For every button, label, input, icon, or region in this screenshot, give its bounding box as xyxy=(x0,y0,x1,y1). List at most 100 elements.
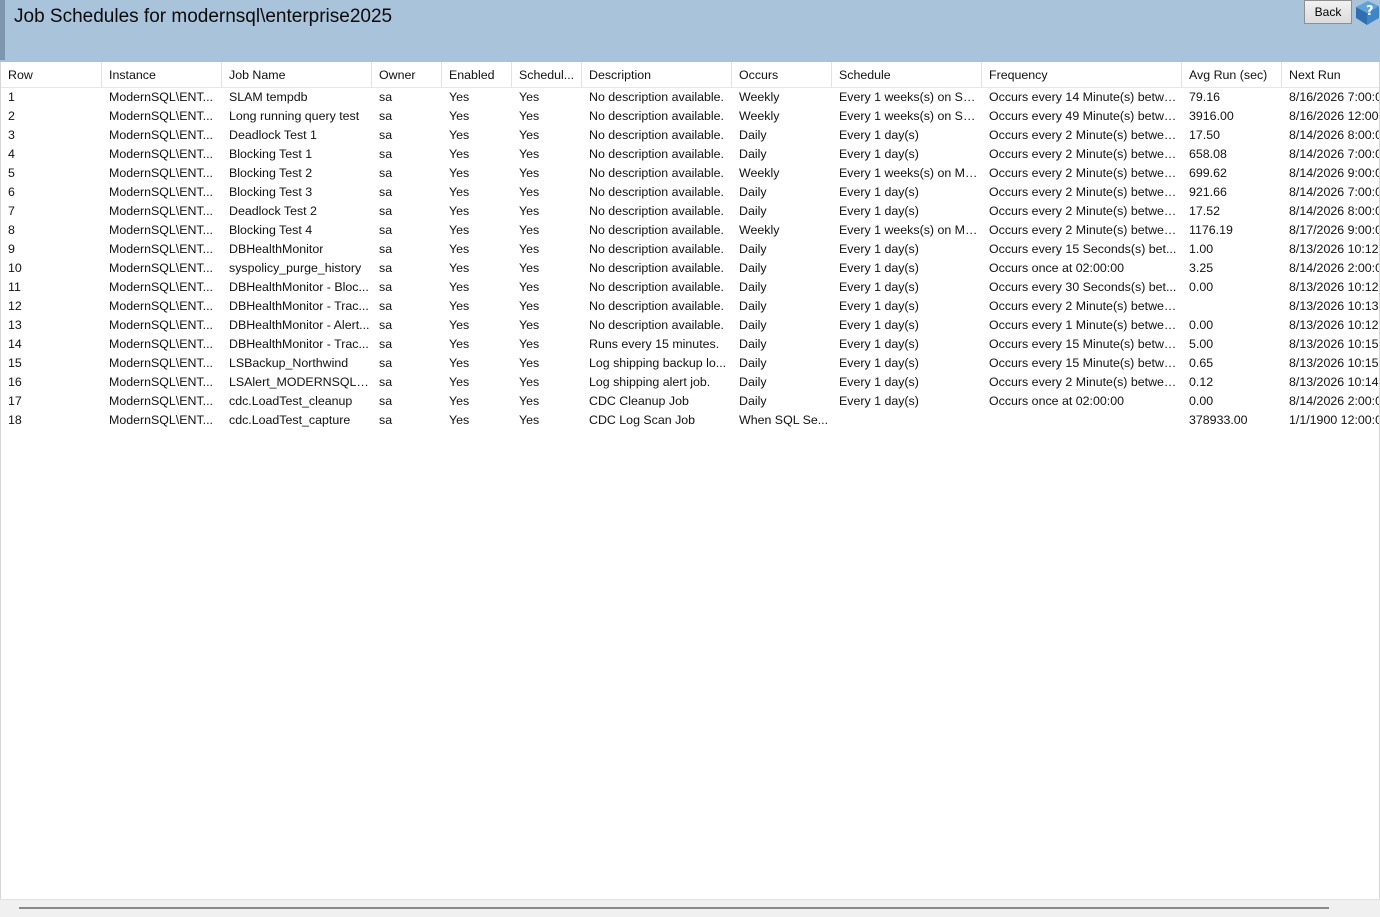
cell-frequency: Occurs every 2 Minute(s) betwee... xyxy=(989,375,1182,389)
cell-schedule: Every 1 day(s) xyxy=(839,337,919,351)
cell-frequency: Occurs every 2 Minute(s) betwee... xyxy=(989,166,1182,180)
cell-description: No description available. xyxy=(589,147,724,161)
cell-schedule: Every 1 day(s) xyxy=(839,299,919,313)
table-row[interactable]: 9 ModernSQL\ENT... DBHealthMonitor sa Yes Yes… xyxy=(1,240,1379,259)
cell-enabled: Yes xyxy=(449,109,470,123)
cell-frequency: Occurs every 15 Minute(s) betwe... xyxy=(989,356,1182,370)
cell-schedule: Every 1 day(s) xyxy=(839,318,919,332)
column-header-owner[interactable]: Owner xyxy=(372,62,442,88)
cell-occurs: Weekly xyxy=(739,109,780,123)
cell-schedule: Every 1 day(s) xyxy=(839,242,919,256)
table-row[interactable]: 7 ModernSQL\ENT... Deadlock Test 2 sa Yes Yes… xyxy=(1,202,1379,221)
cell-avg-run xyxy=(1182,297,1282,316)
table-row[interactable]: 18 ModernSQL\ENT... cdc.LoadTest_capture sa… xyxy=(1,411,1379,430)
cell-scheduled: Yes xyxy=(519,242,540,256)
cell-description: Log shipping backup lo... xyxy=(589,356,727,370)
column-header-scheduled[interactable]: Schedul... xyxy=(512,62,582,88)
header-accent-stripe xyxy=(0,0,5,60)
cell-job-name: Blocking Test 4 xyxy=(229,223,313,237)
cell-job-name: syspolicy_purge_history xyxy=(229,261,362,275)
cell-description: Runs every 15 minutes. xyxy=(589,337,720,351)
scrollbar-thumb[interactable] xyxy=(19,907,1329,909)
column-header-enabled[interactable]: Enabled xyxy=(442,62,512,88)
cell-scheduled: Yes xyxy=(519,147,540,161)
column-header-schedule[interactable]: Schedule xyxy=(832,62,982,88)
column-header-next-run[interactable]: Next Run xyxy=(1282,62,1379,88)
table-row[interactable]: 13 ModernSQL\ENT... DBHealthMonitor - Aler… xyxy=(1,316,1379,335)
column-header-description[interactable]: Description xyxy=(582,62,732,88)
table-row[interactable]: 17 ModernSQL\ENT... cdc.LoadTest_cleanup sa… xyxy=(1,392,1379,411)
column-header-row[interactable]: Row xyxy=(1,62,102,88)
cell-description: No description available. xyxy=(589,242,724,256)
cell-job-name: Deadlock Test 1 xyxy=(229,128,317,142)
cell-owner: sa xyxy=(379,261,393,275)
table-row[interactable]: 10 ModernSQL\ENT... syspolicy_purge_histor… xyxy=(1,259,1380,278)
cell-scheduled: Yes xyxy=(519,318,540,332)
cell-instance: ModernSQL\ENT... xyxy=(109,147,213,161)
horizontal-scrollbar[interactable] xyxy=(0,899,1380,917)
cell-enabled: Yes xyxy=(449,318,470,332)
grid-header-row: Row Instance Job Name Owner Enabled Schedul..… xyxy=(1,62,1379,88)
cell-enabled: Yes xyxy=(449,128,470,142)
table-row[interactable]: 14 ModernSQL\ENT... DBHealthMonitor - Trac… xyxy=(1,335,1379,354)
cell-description: No description available. xyxy=(589,204,724,218)
cell-schedule: Every 1 day(s) xyxy=(839,356,919,370)
cell-avg-run: 79.16 xyxy=(1189,90,1221,104)
cell-frequency: Occurs every 30 Seconds(s) bet... xyxy=(989,280,1177,294)
job-schedules-window: Job Schedules for modernsql\enterprise20… xyxy=(0,0,1380,917)
cell-next-run: 8/14/2026 2:00:0 xyxy=(1289,261,1380,275)
cell-instance: ModernSQL\ENT... xyxy=(109,375,213,389)
table-row[interactable]: 15 ModernSQL\ENT... LSBackup_Northwind sa Ye… xyxy=(1,354,1379,373)
cell-enabled: Yes xyxy=(449,90,470,104)
table-row[interactable]: 5 ModernSQL\ENT... Blocking Test 2 sa Yes Yes… xyxy=(1,164,1379,183)
table-row[interactable]: 4 ModernSQL\ENT... Blocking Test 1 sa Yes Yes… xyxy=(1,145,1379,164)
cell-scheduled: Yes xyxy=(519,375,540,389)
cell-job-name: LSAlert_MODERNSQL\... xyxy=(229,375,371,389)
cell-avg-run: 1176.19 xyxy=(1189,223,1233,237)
column-header-job-name[interactable]: Job Name xyxy=(222,62,372,88)
cell-enabled: Yes xyxy=(449,337,470,351)
cell-avg-run: 0.12 xyxy=(1189,375,1214,389)
cell-frequency: Occurs every 15 Seconds(s) bet... xyxy=(989,242,1177,256)
cell-instance: ModernSQL\ENT... xyxy=(109,318,213,332)
cell-job-name: Blocking Test 2 xyxy=(229,166,313,180)
table-row[interactable]: 8 ModernSQL\ENT... Blocking Test 4 sa Yes Yes… xyxy=(1,221,1379,240)
cell-frequency: Occurs once at 02:00:00 xyxy=(989,394,1125,408)
cell-row: 14 xyxy=(8,337,22,351)
cell-frequency: Occurs every 2 Minute(s) betwee... xyxy=(989,223,1182,237)
column-header-occurs[interactable]: Occurs xyxy=(732,62,832,88)
cell-instance: ModernSQL\ENT... xyxy=(109,261,213,275)
cell-occurs: Daily xyxy=(739,185,767,199)
cell-occurs: Weekly xyxy=(739,166,780,180)
cell-owner: sa xyxy=(379,185,393,199)
cell-owner: sa xyxy=(379,90,393,104)
cell-avg-run: 17.52 xyxy=(1189,204,1221,218)
column-header-avg-run[interactable]: Avg Run (sec) xyxy=(1182,62,1282,88)
table-row[interactable]: 3 ModernSQL\ENT... Deadlock Test 1 sa Yes Yes… xyxy=(1,126,1379,145)
table-row[interactable]: 2 ModernSQL\ENT... Long running query test… xyxy=(1,107,1379,126)
column-header-instance[interactable]: Instance xyxy=(102,62,222,88)
back-button[interactable]: Back xyxy=(1304,0,1352,24)
cell-schedule: Every 1 day(s) xyxy=(839,185,919,199)
column-header-frequency[interactable]: Frequency xyxy=(982,62,1182,88)
cell-instance: ModernSQL\ENT... xyxy=(109,356,213,370)
table-row[interactable]: 1 ModernSQL\ENT... SLAM tempdb sa Yes Yes No d… xyxy=(1,88,1379,107)
header-bar: Job Schedules for modernsql\enterprise20… xyxy=(0,0,1380,62)
cell-avg-run: 3.25 xyxy=(1189,261,1214,275)
table-row[interactable]: 6 ModernSQL\ENT... Blocking Test 3 sa Yes Yes… xyxy=(1,183,1380,202)
cell-description: No description available. xyxy=(589,261,724,275)
table-row[interactable]: 16 ModernSQL\ENT... LSAlert_MODERNSQL\... s… xyxy=(1,373,1379,392)
cell-next-run: 8/14/2026 7:00:0 xyxy=(1289,185,1380,199)
cell-occurs: Daily xyxy=(739,204,767,218)
cell-avg-run: 378933.00 xyxy=(1189,413,1248,427)
table-row[interactable]: 12 ModernSQL\ENT... DBHealthMonitor - Trac… xyxy=(1,297,1379,316)
cell-instance: ModernSQL\ENT... xyxy=(109,337,213,351)
cell-avg-run: 5.00 xyxy=(1189,337,1214,351)
cell-schedule: Every 1 day(s) xyxy=(839,147,919,161)
table-row[interactable]: 11 ModernSQL\ENT... DBHealthMonitor - Bloc… xyxy=(1,278,1379,297)
cell-occurs: Daily xyxy=(739,147,767,161)
help-question-icon[interactable]: ? xyxy=(1355,0,1380,26)
cell-job-name: DBHealthMonitor - Trac... xyxy=(229,337,369,351)
cell-description: CDC Cleanup Job xyxy=(589,394,689,408)
cell-job-name: DBHealthMonitor xyxy=(229,242,324,256)
